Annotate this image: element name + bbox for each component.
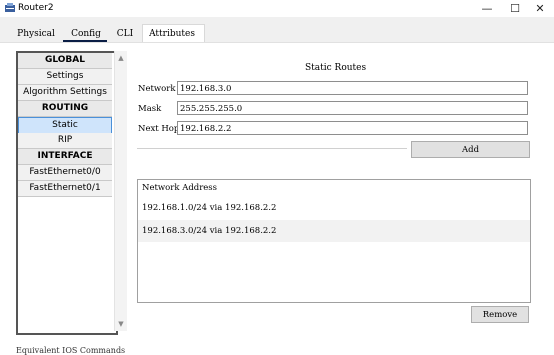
remove-button[interactable]: Remove bbox=[471, 306, 529, 323]
scroll-up-icon[interactable]: ▲ bbox=[115, 53, 127, 63]
mask-input[interactable]: 255.255.255.0 bbox=[177, 101, 528, 115]
routes-list[interactable]: Network Address 192.168.1.0/24 via 192.1… bbox=[137, 179, 531, 303]
close-button[interactable]: ✕ bbox=[526, 0, 554, 17]
section-title: Static Routes bbox=[305, 63, 367, 73]
maximize-icon: ☐ bbox=[510, 2, 520, 15]
next-hop-input[interactable]: 192.168.2.2 bbox=[177, 121, 528, 135]
ios-commands-label: Equivalent IOS Commands bbox=[16, 346, 126, 355]
routes-list-header: Network Address bbox=[142, 183, 218, 193]
title-bar: Router2 — ☐ ✕ bbox=[0, 0, 554, 17]
sidebar-item-fastethernet0-0[interactable]: FastEthernet0/0 bbox=[18, 165, 112, 181]
tab-attributes[interactable]: Attributes bbox=[146, 27, 198, 42]
maximize-button[interactable]: ☐ bbox=[501, 0, 529, 17]
minimize-icon: — bbox=[481, 2, 493, 15]
sidebar-header-routing: ROUTING bbox=[18, 101, 112, 117]
list-item[interactable]: 192.168.1.0/24 via 192.168.2.2 bbox=[138, 197, 530, 219]
network-label: Network bbox=[138, 84, 176, 94]
sidebar-item-algorithm-settings[interactable]: Algorithm Settings bbox=[18, 85, 112, 101]
tab-cli[interactable]: CLI bbox=[113, 27, 137, 42]
sidebar-scrollbar[interactable]: ▲ ▼ bbox=[114, 51, 127, 331]
minimize-button[interactable]: — bbox=[473, 0, 501, 17]
network-input[interactable]: 192.168.3.0 bbox=[177, 81, 528, 95]
sidebar-header-interface: INTERFACE bbox=[18, 149, 112, 165]
form-divider bbox=[137, 148, 407, 149]
close-icon: ✕ bbox=[535, 2, 545, 15]
next-hop-label: Next Hop bbox=[138, 124, 180, 134]
sidebar-item-static[interactable]: Static bbox=[18, 117, 112, 134]
add-button[interactable]: Add bbox=[411, 141, 530, 158]
tab-physical[interactable]: Physical bbox=[17, 27, 55, 42]
sidebar-item-rip[interactable]: RIP bbox=[18, 133, 112, 149]
list-item[interactable]: 192.168.3.0/24 via 192.168.2.2 bbox=[138, 220, 530, 242]
mask-label: Mask bbox=[138, 104, 162, 114]
sidebar-item-fastethernet0-1[interactable]: FastEthernet0/1 bbox=[18, 181, 112, 197]
sidebar-item-settings[interactable]: Settings bbox=[18, 69, 112, 85]
router-app-icon bbox=[5, 3, 15, 12]
window-title: Router2 bbox=[18, 3, 54, 13]
scroll-down-icon[interactable]: ▼ bbox=[115, 319, 127, 329]
sidebar-header-global: GLOBAL bbox=[18, 53, 112, 69]
